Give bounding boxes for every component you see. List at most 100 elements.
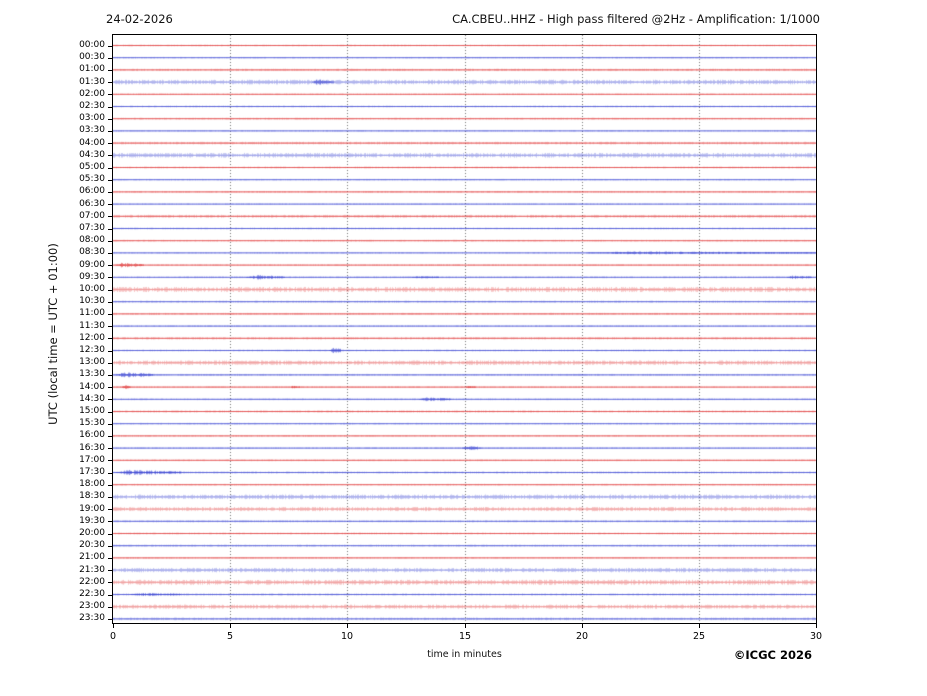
- y-tick-mark: [108, 423, 112, 425]
- y-tick-mark: [108, 45, 112, 47]
- y-tick-mark: [108, 57, 112, 59]
- y-tick-label: 18:00: [79, 479, 105, 490]
- y-tick-mark: [108, 448, 112, 450]
- y-tick-label: 04:00: [79, 137, 105, 148]
- y-tick-mark: [108, 606, 112, 608]
- y-tick-mark: [108, 216, 112, 218]
- y-tick-mark: [108, 191, 112, 193]
- y-tick-label: 18:30: [79, 491, 105, 502]
- y-tick-mark: [108, 484, 112, 486]
- y-tick-label: 19:30: [79, 515, 105, 526]
- y-tick-mark: [108, 167, 112, 169]
- y-tick-mark: [108, 228, 112, 230]
- y-tick-label: 05:00: [79, 162, 105, 172]
- y-tick-label: 20:00: [79, 528, 105, 538]
- y-tick-mark: [108, 521, 112, 523]
- y-tick-mark: [108, 240, 112, 242]
- y-tick-mark: [108, 130, 112, 132]
- x-tick-label: 30: [809, 631, 823, 642]
- plot-area: [112, 34, 817, 624]
- y-tick-label: 06:30: [79, 198, 105, 209]
- seismogram-traces-canvas: [113, 35, 816, 623]
- y-tick-label: 00:00: [79, 40, 105, 50]
- y-tick-mark: [108, 277, 112, 279]
- y-tick-label: 14:00: [79, 381, 105, 392]
- y-tick-label: 23:00: [79, 601, 105, 612]
- y-tick-label: 14:30: [79, 393, 105, 404]
- y-tick-label: 15:00: [79, 406, 105, 416]
- y-tick-label: 21:30: [79, 564, 105, 575]
- y-tick-label: 06:00: [79, 186, 105, 197]
- y-tick-label: 19:00: [79, 503, 105, 514]
- y-tick-mark: [108, 69, 112, 71]
- y-tick-mark: [108, 435, 112, 437]
- y-tick-mark: [108, 118, 112, 120]
- y-tick-mark: [108, 252, 112, 254]
- y-tick-mark: [108, 265, 112, 267]
- y-tick-label: 15:30: [79, 418, 105, 429]
- y-tick-mark: [108, 570, 112, 572]
- y-tick-mark: [108, 289, 112, 291]
- y-tick-label: 07:30: [79, 223, 105, 233]
- y-tick-label: 23:30: [79, 613, 105, 624]
- y-tick-mark: [108, 545, 112, 547]
- x-tick-label: 10: [340, 631, 354, 642]
- station-title: CA.CBEU..HHZ - High pass filtered @2Hz -…: [452, 12, 820, 26]
- x-tick-mark: [230, 624, 231, 628]
- y-tick-mark: [108, 472, 112, 474]
- y-tick-label: 11:30: [79, 320, 105, 331]
- y-tick-mark: [108, 94, 112, 96]
- y-tick-mark: [108, 411, 112, 413]
- y-tick-label: 10:00: [79, 284, 105, 294]
- y-tick-label: 09:30: [79, 271, 105, 282]
- x-tick-label: 15: [458, 631, 472, 642]
- y-tick-label: 05:30: [79, 174, 105, 185]
- y-tick-label: 10:30: [79, 296, 105, 307]
- x-axis-label: time in minutes: [427, 649, 502, 660]
- copyright-label: ©ICGC 2026: [733, 648, 812, 662]
- y-tick-mark: [108, 399, 112, 401]
- x-tick-mark: [582, 624, 583, 628]
- y-tick-mark: [108, 374, 112, 376]
- y-tick-label: 00:30: [79, 52, 105, 63]
- y-tick-label: 02:00: [79, 88, 105, 99]
- x-tick-label: 5: [226, 631, 234, 642]
- y-tick-mark: [108, 82, 112, 84]
- x-tick-mark: [113, 624, 114, 628]
- y-tick-mark: [108, 179, 112, 181]
- y-tick-label: 11:00: [79, 308, 105, 319]
- x-tick-label: 25: [692, 631, 706, 642]
- y-tick-mark: [108, 338, 112, 340]
- y-tick-label: 13:30: [79, 369, 105, 380]
- y-tick-mark: [108, 594, 112, 596]
- y-tick-label: 01:30: [79, 76, 105, 87]
- x-tick-label: 0: [109, 631, 117, 642]
- y-tick-mark: [108, 143, 112, 145]
- y-tick-mark: [108, 557, 112, 559]
- y-tick-label: 20:30: [79, 540, 105, 551]
- y-tick-label: 16:00: [79, 430, 105, 441]
- y-tick-label: 08:30: [79, 247, 105, 258]
- y-tick-mark: [108, 106, 112, 108]
- y-tick-mark: [108, 301, 112, 303]
- y-tick-mark: [108, 326, 112, 328]
- y-tick-mark: [108, 582, 112, 584]
- y-tick-mark: [108, 313, 112, 315]
- y-tick-mark: [108, 387, 112, 389]
- y-tick-label: 17:00: [79, 454, 105, 465]
- y-tick-mark: [108, 509, 112, 511]
- y-tick-label: 13:00: [79, 357, 105, 368]
- y-tick-label: 02:30: [79, 101, 105, 111]
- y-tick-mark: [108, 362, 112, 364]
- x-tick-label: 20: [575, 631, 589, 642]
- y-tick-label: 08:00: [79, 235, 105, 246]
- y-tick-label: 12:00: [79, 332, 105, 343]
- y-tick-mark: [108, 204, 112, 206]
- x-tick-mark: [465, 624, 466, 628]
- y-tick-label: 03:30: [79, 125, 105, 136]
- y-tick-label: 03:00: [79, 113, 105, 124]
- x-tick-mark: [699, 624, 700, 628]
- helicorder-page: 24-02-2026 CA.CBEU..HHZ - High pass filt…: [0, 0, 927, 696]
- y-tick-label: 17:30: [79, 467, 105, 477]
- y-tick-label: 04:30: [79, 149, 105, 160]
